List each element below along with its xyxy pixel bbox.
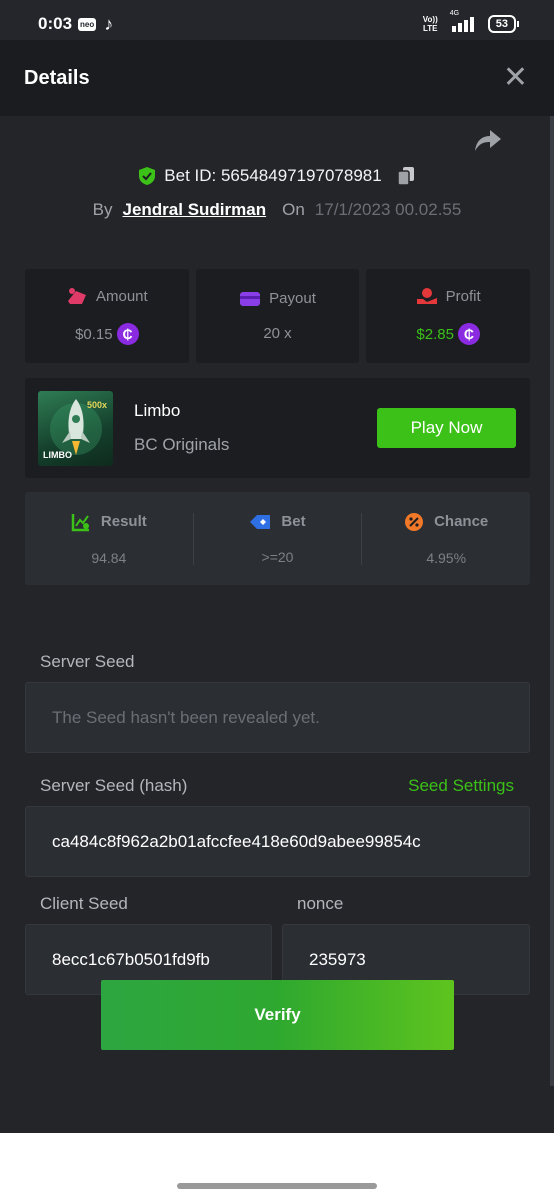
by-row: By Jendral Sudirman On 17/1/2023 00.02.5… <box>0 200 554 220</box>
chance-col: Chance 4.95% <box>362 512 530 566</box>
bet-id: Bet ID: 56548497197078981 <box>164 166 382 185</box>
profit-value-row: $2.85 ₵ <box>416 323 480 345</box>
game-info: Limbo BC Originals <box>134 401 229 455</box>
modal-header: Details ✕ <box>0 40 554 116</box>
volte-line1: Vo)) <box>422 15 438 24</box>
amount-label: Amount <box>95 287 148 305</box>
user-link[interactable]: Jendral Sudirman <box>123 200 267 220</box>
signal-bar <box>469 17 474 32</box>
signal-bar <box>463 20 468 32</box>
volte-line2: LTE <box>423 24 438 33</box>
battery-level: 53 <box>495 18 508 30</box>
amount-icon <box>67 288 86 304</box>
amount-value-row: $0.15 ₵ <box>75 323 139 345</box>
game-thumbnail[interactable]: 500x LIMBO <box>38 390 113 466</box>
by-label: By <box>92 200 113 219</box>
result-chart-icon <box>71 513 89 531</box>
coin-icon: ₵ <box>457 323 480 345</box>
client-seed-label: Client Seed <box>40 894 128 913</box>
chance-label: Chance <box>434 513 489 530</box>
server-hash-value: ca484c8f962a2b01afccfee418e60d9abee99854… <box>52 831 421 851</box>
profit-box: Profit $2.85 ₵ <box>366 269 531 363</box>
copy-icon[interactable] <box>396 166 416 186</box>
bet-col: Bet >=20 <box>194 513 362 565</box>
payout-card-icon <box>240 291 261 306</box>
status-right: Vo)) LTE 4G 53 <box>423 10 520 33</box>
thumb-multiplier: 500x <box>86 399 107 410</box>
signal-icon: 4G <box>450 10 474 32</box>
payout-label: Payout <box>269 290 316 307</box>
nonce-value: 235973 <box>309 949 366 969</box>
bet-date: 17/1/2023 00.02.55 <box>314 200 462 219</box>
payout-value: 20 x <box>263 325 292 342</box>
bet-tag-icon <box>250 514 271 529</box>
scrollbar[interactable] <box>550 116 554 1086</box>
status-time: 0:03 <box>38 14 73 33</box>
payout-value-row: 20 x <box>263 325 291 342</box>
profit-icon <box>416 288 437 304</box>
tiktok-icon: ♪ <box>104 13 114 34</box>
result-value: 94.84 <box>91 549 127 566</box>
server-seed-field: The Seed hasn't been revealed yet. <box>25 682 530 753</box>
game-name[interactable]: Limbo <box>134 401 229 421</box>
server-seed-value: The Seed hasn't been revealed yet. <box>52 707 320 727</box>
volte-icon: Vo)) LTE <box>423 15 438 33</box>
bet-value: >=20 <box>261 548 294 565</box>
payout-header: Payout <box>239 290 316 307</box>
play-now-button[interactable]: Play Now <box>377 408 516 448</box>
server-hash-label: Server Seed (hash) <box>40 776 188 795</box>
bet-header: Bet <box>249 513 306 531</box>
shield-check-icon <box>139 167 156 185</box>
payout-box: Payout 20 x <box>195 269 360 363</box>
amount-value: $0.15 <box>75 325 113 343</box>
bet-label: Bet <box>281 513 306 530</box>
share-icon[interactable] <box>474 128 502 154</box>
chance-value: 4.95% <box>426 549 467 566</box>
signal-bar <box>457 23 462 32</box>
client-seed-value: 8ecc1c67b0501fd9fb <box>52 949 210 969</box>
close-icon[interactable]: ✕ <box>503 63 530 93</box>
coin-icon: ₵ <box>116 323 139 345</box>
result-stats: Result 94.84 Bet >=20 Chance 4.95% <box>25 492 530 585</box>
server-hash-field[interactable]: ca484c8f962a2b01afccfee418e60d9abee99854… <box>25 806 530 877</box>
profit-value: $2.85 <box>416 325 454 343</box>
result-header: Result <box>71 512 147 532</box>
thumb-logo: LIMBO <box>43 449 72 460</box>
verify-button[interactable]: Verify <box>101 980 454 1050</box>
result-col: Result 94.84 <box>25 512 193 566</box>
profit-label: Profit <box>445 287 481 305</box>
nonce-label: nonce <box>297 894 344 913</box>
amount-header: Amount <box>66 287 148 305</box>
result-label: Result <box>100 513 147 530</box>
bet-stats: Amount $0.15 ₵ Payout 20 x Profit $2.85 … <box>25 269 531 363</box>
chance-header: Chance <box>404 512 488 532</box>
home-indicator[interactable] <box>177 1183 377 1189</box>
game-provider: BC Originals <box>134 435 230 454</box>
on-label: On <box>282 200 305 219</box>
game-card: 500x LIMBO Limbo BC Originals Play Now <box>25 378 530 478</box>
seed-settings-link[interactable]: Seed Settings <box>408 776 514 796</box>
battery-icon: 53 <box>487 15 520 33</box>
modal-title: Details <box>24 66 90 89</box>
signal-bar <box>451 26 456 32</box>
amount-box: Amount $0.15 ₵ <box>25 269 189 363</box>
neo-badge-icon: neo <box>78 17 97 31</box>
profit-header: Profit <box>416 287 481 305</box>
system-navbar <box>0 1133 554 1200</box>
network-type: 4G <box>449 10 460 17</box>
chance-percent-icon <box>405 512 424 531</box>
bet-id-row: Bet ID: 56548497197078981 <box>0 166 554 186</box>
server-seed-label: Server Seed <box>40 652 135 671</box>
